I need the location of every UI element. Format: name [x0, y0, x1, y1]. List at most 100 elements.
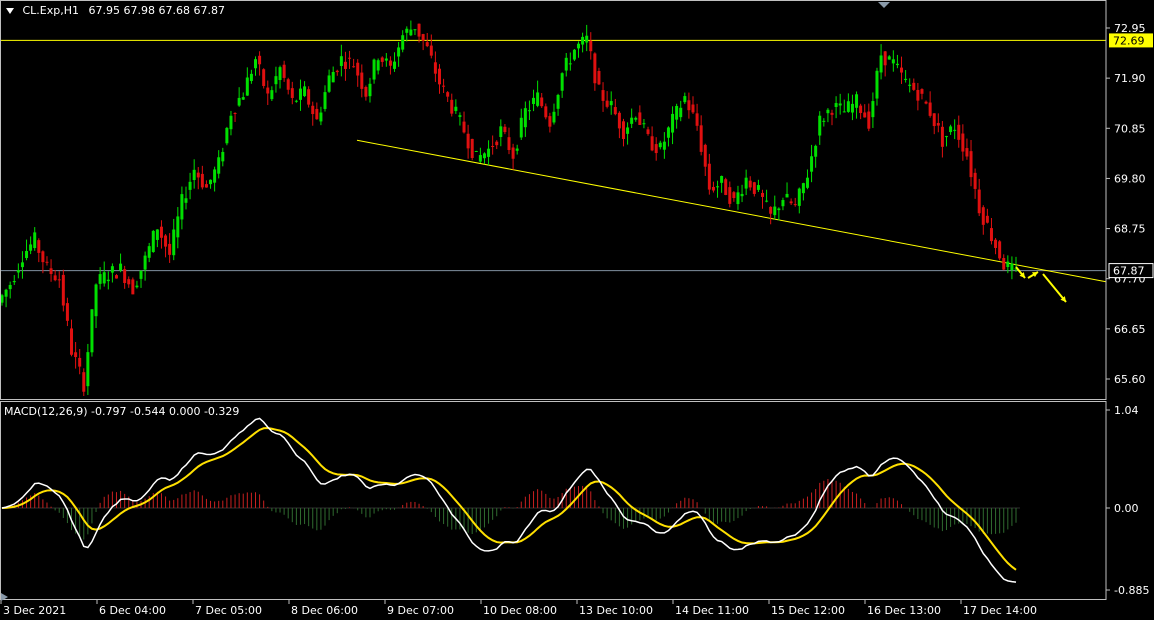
candle-body — [429, 45, 433, 56]
candle-body — [98, 274, 102, 284]
macd-main-line — [1, 417, 1017, 583]
candle-body — [188, 181, 192, 190]
candle-body — [229, 115, 233, 130]
candle-body — [728, 187, 732, 204]
candle-body — [994, 239, 998, 248]
candle-body — [572, 49, 576, 60]
candle-body — [924, 101, 928, 104]
candle-body — [364, 86, 368, 97]
candle-body — [8, 284, 12, 290]
macd-signal-line — [1, 427, 1017, 571]
candle-body — [16, 270, 20, 273]
candle-body — [597, 70, 601, 85]
candle-body — [176, 216, 180, 238]
candle-body — [380, 57, 384, 62]
candle-body — [654, 144, 658, 154]
candle-body — [339, 56, 343, 66]
candle-body — [871, 101, 875, 118]
candle-body — [331, 71, 335, 83]
candle-body — [621, 121, 625, 139]
candle-body — [155, 229, 159, 240]
candle-body — [114, 275, 118, 279]
candle-body — [687, 100, 691, 111]
candle-body — [1006, 261, 1010, 268]
candle-body — [532, 97, 536, 104]
candle-body — [143, 255, 147, 270]
candle-body — [850, 103, 854, 113]
candle-body — [135, 285, 139, 288]
candle-body — [352, 66, 356, 68]
candle-body — [883, 51, 887, 66]
dropdown-triangle-icon[interactable] — [6, 8, 14, 14]
candle-body — [593, 53, 597, 84]
candle-body — [307, 89, 311, 105]
candle-body — [887, 56, 891, 60]
candle-body — [491, 146, 495, 148]
candle-body — [736, 192, 740, 205]
candle-body — [245, 77, 249, 96]
candle-body — [454, 106, 458, 111]
candle-body — [184, 198, 188, 203]
candle-body — [61, 274, 65, 306]
candle-body — [172, 229, 176, 256]
candle-body — [519, 117, 523, 138]
candle-body — [503, 126, 507, 133]
candle-body — [724, 179, 728, 195]
candle-body — [4, 289, 8, 297]
candle-body — [928, 102, 932, 116]
candle-body — [33, 232, 37, 249]
candle-body — [916, 89, 920, 101]
candle-body — [286, 79, 290, 90]
candle-body — [797, 188, 801, 206]
candle-body — [969, 151, 973, 178]
candle-body — [470, 138, 474, 159]
candle-body — [650, 136, 654, 151]
time-tick-label: 7 Dec 05:00 — [195, 604, 262, 617]
candle-body — [241, 97, 245, 100]
candle-body — [335, 70, 339, 73]
candle-body — [249, 73, 253, 82]
candle-body — [282, 64, 286, 78]
candle-body — [164, 235, 168, 247]
candle-body — [442, 85, 446, 87]
candle-body — [294, 100, 298, 102]
candle-body — [568, 63, 572, 65]
candle-body — [556, 94, 560, 109]
candle-body — [225, 127, 229, 144]
candle-body — [20, 262, 24, 268]
current-price-label: 67.87 — [1113, 265, 1145, 278]
candle-body — [936, 123, 940, 126]
candle-body — [613, 107, 617, 115]
candle-body — [360, 72, 364, 89]
candle-body — [789, 201, 793, 204]
candle-body — [630, 117, 634, 124]
chart-title[interactable]: CL.Exp,H1 67.95 67.98 67.68 67.87 — [6, 4, 225, 17]
candle-body — [920, 89, 924, 94]
candle-body — [793, 204, 797, 206]
candle-body — [904, 78, 908, 80]
candle-body — [617, 112, 621, 129]
candle-body — [740, 193, 744, 197]
time-tick-label: 14 Dec 11:00 — [675, 604, 749, 617]
candle-body — [953, 129, 957, 131]
candle-body — [552, 111, 556, 123]
candle-body — [957, 124, 961, 140]
candle-body — [699, 125, 703, 152]
candle-body — [388, 60, 392, 66]
candle-body — [90, 309, 94, 353]
price-tick-label: 72.95 — [1114, 22, 1146, 35]
candle-body — [998, 241, 1002, 259]
time-tick-label: 16 Dec 13:00 — [867, 604, 941, 617]
candle-body — [626, 127, 630, 134]
candle-body — [450, 99, 454, 114]
candle-body — [744, 177, 748, 189]
candle-body — [495, 141, 499, 146]
candle-body — [581, 36, 585, 45]
candle-body — [168, 243, 172, 255]
arrow-down-2 — [1042, 273, 1067, 303]
candle-body — [716, 186, 720, 188]
macd-label: MACD(12,26,9) -0.797 -0.544 0.000 -0.329 — [4, 405, 240, 418]
candle-body — [695, 113, 699, 126]
candle-body — [867, 111, 871, 129]
macd-panel — [0, 417, 1020, 583]
